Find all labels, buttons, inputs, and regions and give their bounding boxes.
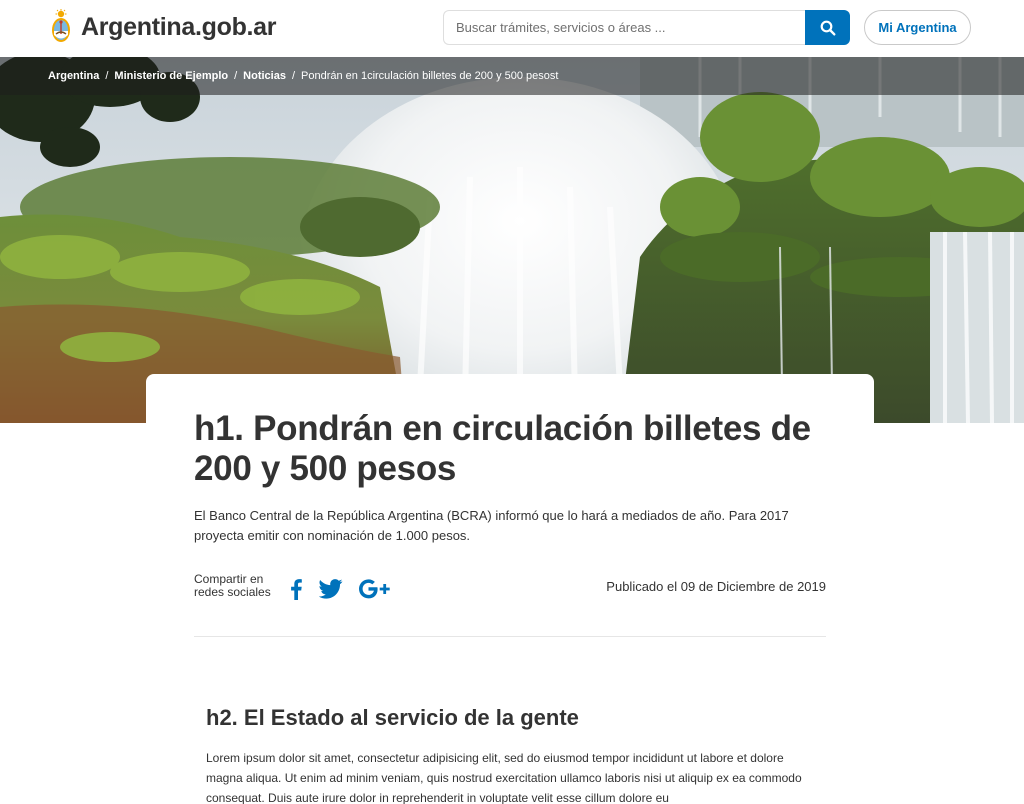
article-lead: El Banco Central de la República Argenti… [194,508,789,543]
search-button[interactable] [805,10,850,45]
section-title: h2. El Estado al servicio de la gente [206,705,579,730]
facebook-icon [291,579,302,600]
site-header: Argentina.gob.ar Mi Argentina [0,0,1024,57]
breadcrumb-separator: / [291,70,296,82]
search-input[interactable] [443,10,805,45]
social-share-icons [289,575,409,603]
site-logo[interactable]: Argentina.gob.ar [50,9,277,45]
breadcrumb-separator: / [234,70,238,82]
search-icon [820,20,836,36]
search-bar [443,10,850,45]
twitter-share-button[interactable] [319,575,343,603]
coat-of-arms-icon [52,9,70,42]
breadcrumb-link-ministry[interactable]: Ministerio de Ejemplo [114,70,228,82]
site-logo-text: Argentina.gob.ar [81,12,277,41]
share-label: Compartir en redes sociales [194,572,271,599]
breadcrumb-separator: / [105,70,109,82]
breadcrumb: Argentina / Ministerio de Ejemplo / Noti… [0,57,1024,95]
breadcrumb-link-news[interactable]: Noticias [243,70,286,82]
breadcrumb-current: Pondrán en 1circulación billetes de 200 … [301,70,559,82]
published-date: Publicado el 09 de Diciembre de 2019 [606,579,826,594]
twitter-icon [319,579,343,599]
mi-argentina-button[interactable]: Mi Argentina [864,10,971,45]
google-plus-icon [359,579,390,599]
facebook-share-button[interactable] [289,575,303,603]
breadcrumb-link-home[interactable]: Argentina [48,70,99,82]
page-title: h1. Pondrán en circulación billetes de 2… [194,409,811,488]
hero-image [0,57,1024,423]
section-body: Lorem ipsum dolor sit amet, consectetur … [206,751,802,804]
section-divider [194,636,826,637]
google-plus-share-button[interactable] [359,575,393,603]
